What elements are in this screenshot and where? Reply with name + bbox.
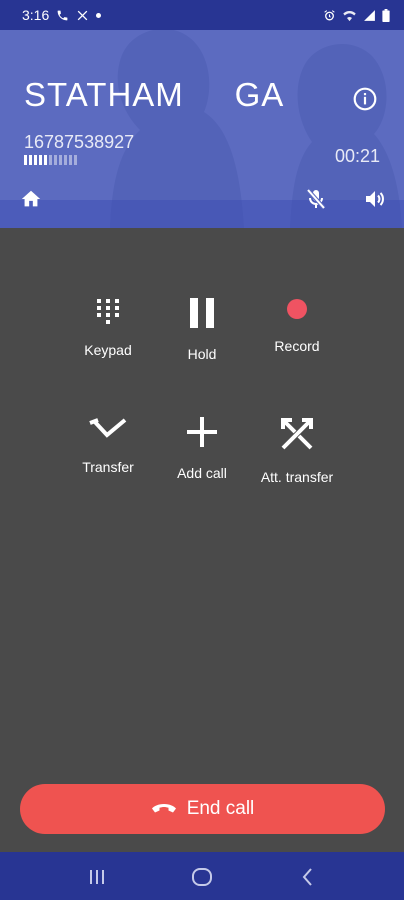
battery-icon [382,8,390,22]
contact-name: STATHAM GA [24,76,285,113]
plus-icon [182,417,222,447]
record-icon [277,298,317,320]
add-call-button[interactable]: Add call [147,347,257,481]
info-icon[interactable] [352,86,378,112]
mic-off-icon[interactable] [304,187,328,211]
wifi-icon [342,9,357,22]
recents-icon[interactable] [86,866,108,888]
phone-number: 16787538927 [24,132,135,152]
transfer-icon [88,417,128,441]
end-call-label: End call [186,798,255,819]
status-bar: 3:16 [0,0,404,30]
attended-transfer-label: Att. transfer [260,469,334,485]
cell-signal-icon [363,9,376,22]
call-quality-bars [24,155,77,165]
phone-call-icon [56,9,69,22]
attended-transfer-icon [277,417,317,451]
navigation-bar [0,852,404,900]
call-header: STATHAM GA 16787538927 00:21 [0,30,404,228]
hold-button[interactable]: Hold [147,228,257,362]
contact-silhouette-image [0,30,404,228]
attended-transfer-button[interactable]: Att. transfer [242,347,352,485]
pause-icon [182,298,222,328]
missed-call-icon [76,9,89,22]
home-icon[interactable] [20,188,42,210]
end-call-button[interactable]: End call [20,784,385,834]
back-icon[interactable] [297,866,319,888]
record-button[interactable]: Record [242,228,352,354]
call-duration: 00:21 [334,146,380,166]
status-time: 3:16 [22,7,50,23]
alarm-icon [323,9,336,22]
speaker-icon[interactable] [363,187,387,211]
notification-dot-icon [96,12,102,18]
home-circle-icon[interactable] [191,866,213,888]
keypad-icon [88,298,128,324]
add-call-label: Add call [177,465,227,481]
transfer-label: Transfer [82,459,134,475]
hang-up-icon [151,803,177,815]
